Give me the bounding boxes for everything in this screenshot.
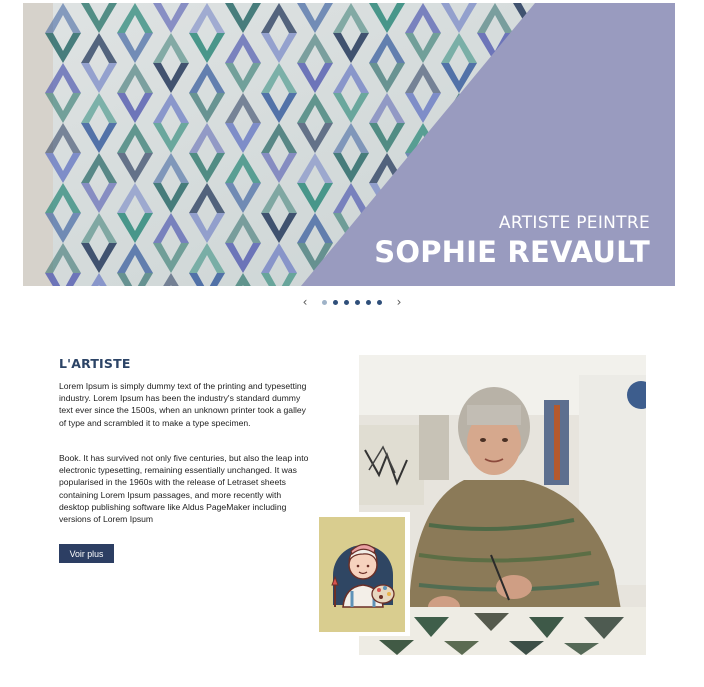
slider-dot[interactable]	[333, 299, 338, 305]
section-title: L'ARTISTE	[59, 356, 131, 371]
hero-banner: ARTISTE PEINTRE SOPHIE REVAULT	[23, 3, 675, 286]
artist-paragraph-1: Lorem Ipsum is simply dummy text of the …	[59, 381, 307, 428]
slider-dot[interactable]	[322, 299, 327, 305]
slider-navigation: ‹ ›	[0, 294, 704, 310]
hero-subtitle: ARTISTE PEINTRE	[498, 213, 650, 233]
painter-avatar-icon	[319, 517, 405, 632]
slider-prev-icon[interactable]: ‹	[298, 294, 312, 310]
slider-dots	[322, 299, 382, 305]
artist-paragraph-2: Book. It has survived not only five cent…	[59, 453, 309, 525]
slider-dot[interactable]	[366, 299, 371, 305]
slider-dot[interactable]	[344, 299, 349, 305]
read-more-button[interactable]: Voir plus	[59, 544, 114, 563]
slider-dot[interactable]	[377, 299, 382, 305]
slider-dot[interactable]	[355, 299, 360, 305]
slider-next-icon[interactable]: ›	[392, 294, 406, 310]
hero-title: SOPHIE REVAULT	[374, 235, 650, 269]
